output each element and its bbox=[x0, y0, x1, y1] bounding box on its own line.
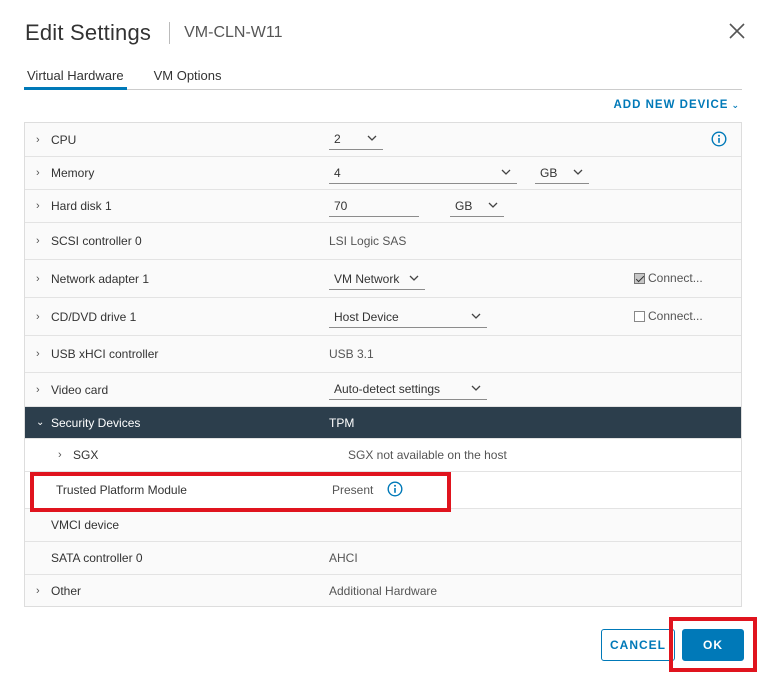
title-divider bbox=[169, 22, 171, 44]
security-value: TPM bbox=[329, 415, 355, 430]
memory-unit: GB bbox=[540, 165, 558, 180]
other-value: Additional Hardware bbox=[329, 583, 438, 598]
checkbox-checked-icon bbox=[634, 272, 645, 284]
tab-bar: Virtual Hardware VM Options bbox=[24, 64, 742, 90]
hard-disk-size-input[interactable]: 70 bbox=[329, 195, 419, 217]
cddvd-connect-checkbox[interactable]: Connect... bbox=[634, 309, 703, 323]
cddvd-connect-label: Connect... bbox=[648, 309, 703, 323]
chevron-right-icon[interactable]: › bbox=[36, 384, 46, 396]
chevron-right-icon[interactable]: › bbox=[36, 348, 46, 360]
dialog-header: Edit Settings VM-CLN-W11 bbox=[25, 18, 283, 48]
network-connect-label: Connect... bbox=[648, 271, 703, 285]
chevron-down-icon bbox=[409, 275, 419, 281]
hard-disk-label: Hard disk 1 bbox=[51, 199, 112, 213]
vm-name: VM-CLN-W11 bbox=[184, 24, 283, 41]
row-security-devices: ⌄ Security Devices TPM bbox=[25, 407, 741, 439]
network-value: VM Network bbox=[334, 271, 400, 286]
cancel-button[interactable]: CANCEL bbox=[601, 629, 675, 661]
hard-disk-unit-select[interactable]: GB bbox=[450, 195, 504, 217]
info-icon[interactable] bbox=[711, 131, 727, 147]
memory-unit-select[interactable]: GB bbox=[535, 162, 589, 184]
cddvd-value: Host Device bbox=[334, 309, 399, 324]
chevron-right-icon[interactable]: › bbox=[36, 273, 46, 285]
scsi-value: LSI Logic SAS bbox=[329, 234, 407, 248]
row-scsi-controller: › SCSI controller 0 LSI Logic SAS bbox=[25, 223, 741, 260]
sata-label: SATA controller 0 bbox=[51, 551, 143, 565]
checkbox-unchecked-icon bbox=[634, 310, 645, 322]
chevron-right-icon[interactable]: › bbox=[36, 167, 46, 179]
other-label: Other bbox=[51, 583, 82, 598]
chevron-down-icon[interactable]: ⌄ bbox=[36, 417, 46, 428]
tpm-value: Present bbox=[332, 483, 374, 497]
memory-label: Memory bbox=[51, 166, 95, 180]
chevron-down-icon: ⌄ bbox=[731, 99, 740, 110]
tpm-label: Trusted Platform Module bbox=[56, 483, 187, 497]
chevron-right-icon[interactable]: › bbox=[36, 235, 46, 247]
row-sgx: › SGX SGX not available on the host bbox=[25, 439, 741, 472]
sgx-value: SGX not available on the host bbox=[348, 448, 507, 462]
tab-virtual-hardware[interactable]: Virtual Hardware bbox=[24, 64, 127, 90]
sata-value: AHCI bbox=[329, 551, 358, 565]
tab-vm-options[interactable]: VM Options bbox=[151, 64, 225, 90]
info-icon[interactable] bbox=[387, 481, 403, 497]
row-usb-controller: › USB xHCI controller USB 3.1 bbox=[25, 336, 741, 373]
close-icon[interactable] bbox=[728, 22, 746, 40]
hardware-grid: › CPU 2 › Memory 4 GB › Hard disk 1 70 G… bbox=[24, 122, 742, 607]
chevron-down-icon bbox=[488, 202, 498, 208]
ok-button[interactable]: OK bbox=[682, 629, 744, 661]
chevron-down-icon bbox=[367, 135, 377, 141]
network-select[interactable]: VM Network bbox=[329, 268, 425, 290]
chevron-right-icon[interactable]: › bbox=[36, 311, 46, 323]
chevron-down-icon bbox=[471, 385, 481, 391]
chevron-right-icon[interactable]: › bbox=[58, 449, 68, 461]
network-label: Network adapter 1 bbox=[51, 271, 150, 286]
memory-select[interactable]: 4 bbox=[329, 162, 517, 184]
cpu-label: CPU bbox=[51, 132, 77, 147]
cddvd-select[interactable]: Host Device bbox=[329, 306, 487, 328]
dialog-title: Edit Settings bbox=[25, 20, 152, 45]
row-hard-disk: › Hard disk 1 70 GB bbox=[25, 190, 741, 223]
row-cpu: › CPU 2 bbox=[25, 123, 741, 157]
add-new-device-label: ADD NEW DEVICE bbox=[613, 99, 729, 111]
vmci-label: VMCI device bbox=[51, 518, 120, 532]
hard-disk-unit: GB bbox=[455, 198, 473, 213]
row-memory: › Memory 4 GB bbox=[25, 157, 741, 190]
row-vmci-device: VMCI device bbox=[25, 509, 741, 542]
video-value: Auto-detect settings bbox=[334, 381, 441, 396]
cpu-value: 2 bbox=[334, 131, 341, 146]
row-sata-controller: SATA controller 0 AHCI bbox=[25, 542, 741, 575]
video-label: Video card bbox=[51, 382, 109, 397]
cpu-select[interactable]: 2 bbox=[329, 128, 383, 150]
hard-disk-value: 70 bbox=[334, 198, 348, 213]
sgx-label: SGX bbox=[73, 448, 99, 462]
cddvd-label: CD/DVD drive 1 bbox=[51, 309, 137, 324]
row-network-adapter: › Network adapter 1 VM Network Connect..… bbox=[25, 260, 741, 298]
add-new-device-button[interactable]: ADD NEW DEVICE ⌄ bbox=[614, 99, 741, 111]
chevron-down-icon bbox=[471, 313, 481, 319]
memory-value: 4 bbox=[334, 165, 341, 180]
chevron-right-icon[interactable]: › bbox=[36, 585, 46, 597]
usb-label: USB xHCI controller bbox=[51, 347, 159, 361]
chevron-down-icon bbox=[573, 169, 583, 175]
chevron-right-icon[interactable]: › bbox=[36, 134, 46, 146]
network-connect-checkbox[interactable]: Connect... bbox=[634, 271, 703, 285]
scsi-label: SCSI controller 0 bbox=[51, 234, 142, 248]
row-trusted-platform-module: Trusted Platform Module Present bbox=[25, 472, 741, 509]
chevron-down-icon bbox=[501, 169, 511, 175]
chevron-right-icon[interactable]: › bbox=[36, 200, 46, 212]
row-cd-dvd-drive: › CD/DVD drive 1 Host Device Connect... bbox=[25, 298, 741, 336]
usb-value: USB 3.1 bbox=[329, 347, 374, 361]
row-other: › Other Additional Hardware bbox=[25, 575, 741, 606]
security-label: Security Devices bbox=[51, 415, 141, 430]
video-select[interactable]: Auto-detect settings bbox=[329, 378, 487, 400]
edit-settings-dialog: Edit Settings VM-CLN-W11 Virtual Hardwar… bbox=[0, 0, 766, 681]
row-video-card: › Video card Auto-detect settings bbox=[25, 373, 741, 407]
